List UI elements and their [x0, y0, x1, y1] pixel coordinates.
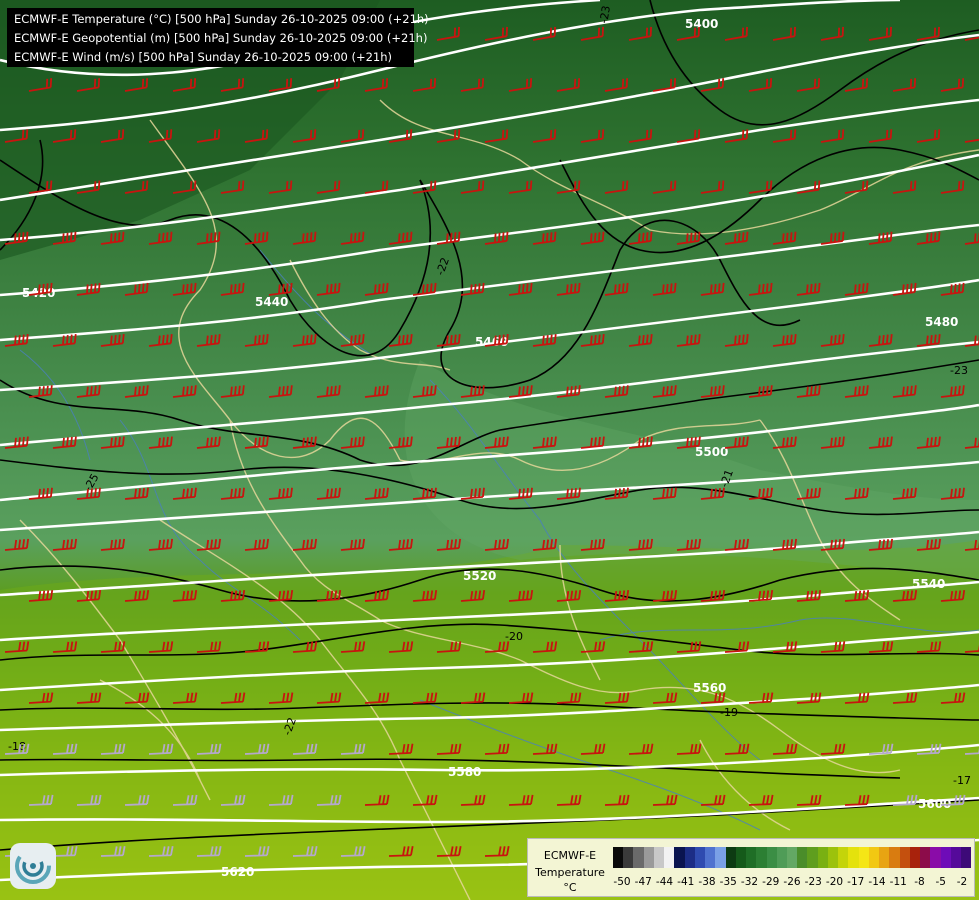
- label-5560: 5560: [693, 681, 726, 695]
- tlabel-8: -23: [950, 364, 968, 377]
- label-5500: 5500: [695, 445, 728, 459]
- legend-swatch: [746, 847, 757, 868]
- legend-swatch: [960, 847, 972, 868]
- label-5580: 5580: [448, 765, 481, 779]
- legend-swatch: [653, 847, 665, 868]
- legend-swatch: [664, 847, 675, 868]
- legend-tick-label: -41: [677, 876, 695, 888]
- legend-swatch: [735, 847, 747, 868]
- legend-swatch: [909, 847, 921, 868]
- legend-ticks: -50 -47 -44 -41 -38 -35 -32 -29 -26 -23 -20 -17 -14-…: [608, 876, 974, 890]
- label-5540: 5540: [912, 577, 945, 591]
- legend-swatch: [807, 847, 818, 868]
- legend-tick-label: -38: [698, 876, 716, 888]
- legend-swatch: [684, 847, 695, 868]
- legend-swatch: [950, 847, 961, 868]
- label-5440: 5440: [255, 295, 288, 309]
- legend-tick-label: -29: [762, 876, 780, 888]
- weather-map[interactable]: 5400 5420 5440 5460 5480 5500 5520 5540 …: [0, 0, 979, 900]
- legend-swatch: [797, 847, 808, 868]
- temperature-legend: ECMWF-E Temperature °C -50 -47 -44 -41 -38 -3…: [527, 838, 975, 897]
- label-5400: 5400: [685, 17, 718, 31]
- legend-unit: °C: [563, 881, 577, 894]
- legend-tick-label: -32: [740, 876, 759, 888]
- legend-title: ECMWF-E: [543, 849, 597, 862]
- legend-subtitle: Temperature: [535, 866, 605, 879]
- label-5620: 5620: [221, 865, 254, 879]
- legend-swatch: [725, 847, 736, 868]
- header-line-geopotential: ECMWF-E Geopotential (m) [500 hPa] Sunda…: [14, 31, 428, 45]
- legend-swatch: [766, 847, 777, 868]
- label-5480: 5480: [925, 315, 958, 329]
- tlabel-7: -17: [953, 774, 971, 787]
- legend-swatch: [889, 847, 900, 868]
- legend-swatch: [899, 847, 910, 868]
- tlabel-4: -20: [505, 630, 523, 643]
- legend-swatch: [776, 847, 787, 868]
- map-header: ECMWF-E Temperature (°C) [500 hPa] Sunda…: [7, 8, 429, 67]
- legend-swatch: [756, 847, 767, 868]
- legend-swatch: [694, 847, 706, 868]
- legend-swatch: [858, 847, 869, 868]
- legend-swatch: [715, 847, 726, 868]
- legend-swatch: [848, 847, 859, 868]
- legend-swatch: [827, 847, 839, 868]
- legend-tick-label: -14: [868, 876, 886, 888]
- legend-swatch: [643, 847, 654, 868]
- legend-swatch: [613, 847, 624, 868]
- legend-tick-label: -8: [914, 876, 925, 888]
- legend-swatch: [940, 847, 951, 868]
- legend-swatch: [674, 847, 685, 868]
- label-5520: 5520: [463, 569, 496, 583]
- header-line-temperature: ECMWF-E Temperature (°C) [500 hPa] Sunda…: [14, 12, 429, 26]
- ecmwf-swirl-icon: [10, 843, 56, 889]
- legend-swatch: [879, 847, 890, 868]
- legend-swatch: [920, 847, 931, 868]
- legend-swatch: [705, 847, 716, 868]
- tlabel-5: -19: [720, 706, 738, 719]
- header-line-wind: ECMWF-E Wind (m/s) [500 hPa] Sunday 26-1…: [14, 50, 393, 64]
- legend-tick-label: -23: [804, 876, 822, 888]
- legend-tick-label: -47: [634, 876, 652, 888]
- legend-color-bar: [613, 847, 972, 868]
- legend-swatch: [838, 847, 849, 868]
- legend-swatch: [633, 847, 644, 868]
- legend-tick-label: -2: [956, 876, 968, 888]
- legend-tick-label: -17: [847, 876, 865, 888]
- legend-tick-label: -11: [889, 876, 907, 888]
- legend-tick-label: -35: [719, 876, 737, 888]
- legend-swatch: [817, 847, 828, 868]
- legend-tick-label: -50: [613, 876, 631, 888]
- legend-tick-label: -20: [825, 876, 844, 888]
- legend-swatch: [623, 847, 634, 868]
- legend-tick-label: -26: [783, 876, 801, 888]
- legend-swatch: [930, 847, 941, 868]
- legend-tick-label: -44: [655, 876, 674, 888]
- legend-tick-label: -5: [935, 876, 946, 888]
- legend-swatch: [786, 847, 798, 868]
- legend-swatch: [868, 847, 880, 868]
